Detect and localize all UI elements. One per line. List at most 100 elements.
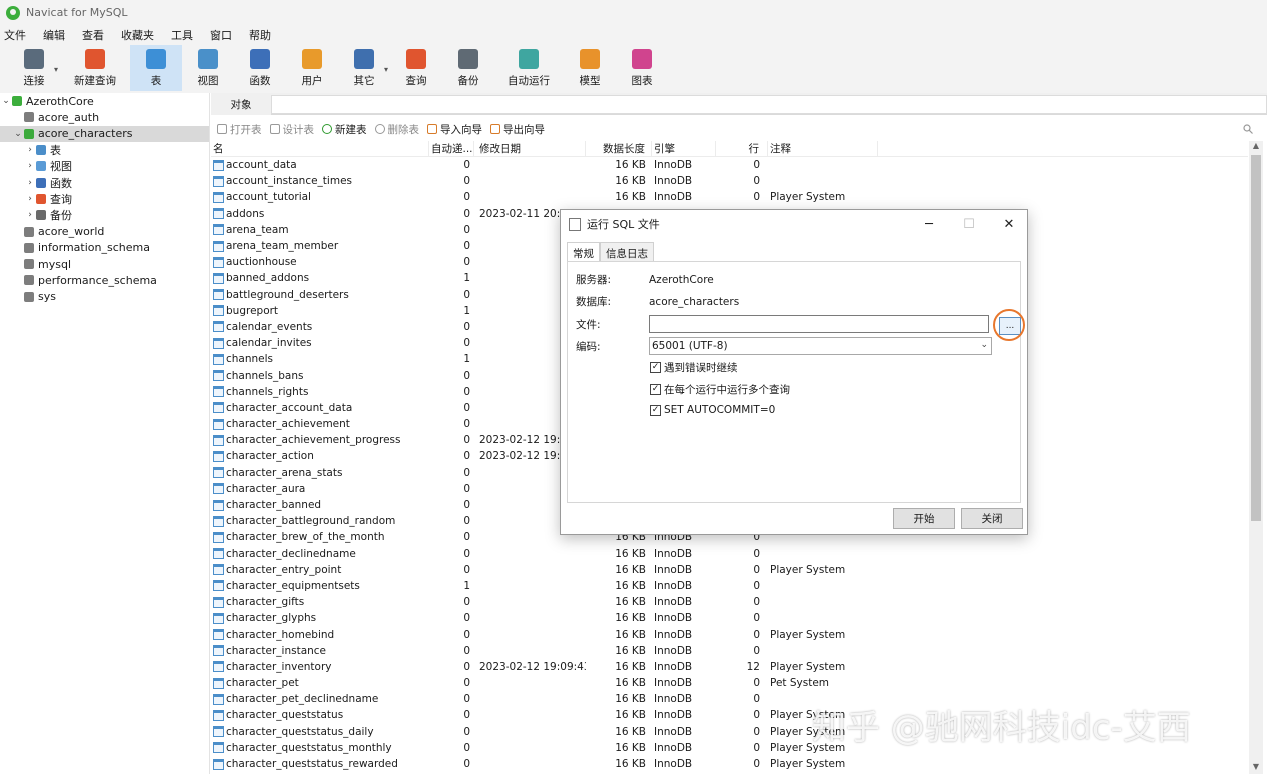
chevron-right-icon[interactable]: ›: [24, 194, 36, 204]
tree-item-sys[interactable]: sys: [0, 289, 209, 305]
table-row[interactable]: character_inventory 0 2023-02-12 19:09:43 1…: [211, 659, 1248, 675]
chevron-right-icon[interactable]: ›: [24, 161, 36, 171]
cell-auto-increment: 0: [463, 499, 470, 512]
tab-message-log[interactable]: 信息日志: [600, 242, 654, 262]
header-data-length[interactable]: 数据长度: [586, 141, 652, 156]
function-button[interactable]: 函数: [234, 45, 286, 91]
table-button[interactable]: 表: [130, 45, 182, 91]
tools-button[interactable]: 其它 ▾: [338, 45, 390, 91]
table-row[interactable]: character_glyphs 0 16 KB InnoDB 0: [211, 610, 1248, 626]
autocommit-checkbox[interactable]: ✓ SET AUTOCOMMIT=0: [650, 404, 775, 416]
new-query-button[interactable]: 新建查询: [60, 45, 130, 91]
table-row[interactable]: character_homebind 0 16 KB InnoDB 0 Player Sy…: [211, 626, 1248, 642]
robot-button[interactable]: 自动运行: [494, 45, 564, 91]
encoding-select[interactable]: 65001 (UTF-8) ⌄: [649, 337, 992, 355]
delete-table-button[interactable]: 删除表: [374, 122, 419, 137]
import-wizard-button[interactable]: 导入向导: [427, 122, 482, 137]
chevron-right-icon[interactable]: ›: [24, 145, 36, 155]
menu-item-view[interactable]: 查看: [82, 27, 115, 43]
tree-item-information_schema[interactable]: information_schema: [0, 240, 209, 256]
table-row[interactable]: character_pet 0 16 KB InnoDB 0 Pet System: [211, 675, 1248, 691]
cell-comment: Player System: [770, 191, 846, 204]
tree-item-[interactable]: › 查询: [0, 191, 209, 207]
user-button[interactable]: 用户: [286, 45, 338, 91]
menu-item-edit[interactable]: 编辑: [43, 27, 76, 43]
menu-item-favorites[interactable]: 收藏夹: [121, 27, 165, 43]
table-name: calendar_invites: [226, 337, 312, 350]
table-row[interactable]: account_data 0 16 KB InnoDB 0: [211, 157, 1248, 173]
table-icon: [213, 726, 224, 738]
tree-item-performance_schema[interactable]: performance_schema: [0, 272, 209, 288]
multiple-queries-checkbox[interactable]: ✓ 在每个运行中运行多个查询: [650, 382, 790, 397]
table-row[interactable]: character_entry_point 0 16 KB InnoDB 0 Player…: [211, 562, 1248, 578]
tab-general[interactable]: 常规: [567, 242, 600, 262]
cell-auto-increment: 0: [463, 223, 470, 236]
menu-item-help[interactable]: 帮助: [249, 27, 282, 43]
vertical-scrollbar[interactable]: ▲ ▼: [1249, 141, 1263, 774]
header-comment[interactable]: 注释: [768, 141, 878, 156]
scrollbar-thumb[interactable]: [1251, 155, 1261, 521]
scroll-up-icon[interactable]: ▲: [1249, 141, 1263, 153]
backup-button[interactable]: 备份: [442, 45, 494, 91]
table-row[interactable]: character_gifts 0 16 KB InnoDB 0: [211, 594, 1248, 610]
header-modified-date[interactable]: 修改日期: [474, 141, 586, 156]
toolbar-label: 新建查询: [74, 75, 116, 87]
tree-item-[interactable]: › 视图: [0, 158, 209, 174]
tab-objects[interactable]: 对象: [211, 93, 271, 115]
search-icon[interactable]: [1243, 124, 1253, 134]
tree-item-mysql[interactable]: mysql: [0, 256, 209, 272]
header-engine[interactable]: 引擎: [652, 141, 716, 156]
close-icon[interactable]: ✕: [989, 210, 1029, 238]
tree-item-label: 备份: [50, 209, 72, 223]
menu-item-file[interactable]: 文件: [4, 27, 37, 43]
menu-item-tools[interactable]: 工具: [171, 27, 204, 43]
chevron-down-icon[interactable]: ⌄: [12, 129, 24, 139]
export-wizard-button[interactable]: 导出向导: [490, 122, 545, 137]
table-row[interactable]: character_queststatus_rewarded 0 16 KB Inno…: [211, 756, 1248, 772]
menu-item-window[interactable]: 窗口: [210, 27, 243, 43]
tree-item-[interactable]: › 函数: [0, 174, 209, 190]
table-row[interactable]: account_instance_times 0 16 KB InnoDB 0: [211, 173, 1248, 189]
dropdown-caret-icon[interactable]: ▾: [384, 65, 388, 74]
query-button[interactable]: 查询: [390, 45, 442, 91]
tree-item-acore_characters[interactable]: ⌄ acore_characters: [0, 125, 209, 142]
cell-name: character_glyphs: [211, 612, 429, 624]
watermark-text: 知乎 @驰网科技idc-艾西: [812, 708, 1191, 748]
table-row[interactable]: character_instance 0 16 KB InnoDB 0: [211, 643, 1248, 659]
tree-item-azerothcore[interactable]: ⌄ AzerothCore: [0, 93, 209, 109]
table-row[interactable]: character_equipmentsets 1 16 KB InnoDB 0: [211, 578, 1248, 594]
chevron-right-icon[interactable]: ›: [24, 210, 36, 220]
start-button[interactable]: 开始: [893, 508, 955, 529]
header-rows[interactable]: 行: [716, 141, 768, 156]
minimize-button[interactable]: ─: [909, 210, 949, 238]
continue-on-error-checkbox[interactable]: ✓ 遇到错误时继续: [650, 360, 738, 375]
design-table-button[interactable]: 设计表: [269, 122, 314, 137]
connection-button[interactable]: 连接 ▾: [8, 45, 60, 91]
open-table-button[interactable]: 打开表: [217, 122, 262, 137]
chevron-right-icon[interactable]: ›: [24, 178, 36, 188]
header-name[interactable]: 名: [211, 141, 429, 156]
cell-modified-date: 2023-02-12 19:09:43: [479, 660, 586, 673]
export-icon: [490, 124, 500, 134]
chevron-down-icon[interactable]: ⌄: [0, 96, 12, 106]
close-button[interactable]: 关闭: [961, 508, 1023, 529]
model-button[interactable]: 模型: [564, 45, 616, 91]
toolbar-label: 用户: [301, 75, 323, 87]
new-table-button[interactable]: 新建表: [322, 122, 367, 137]
tree-item-[interactable]: › 表: [0, 142, 209, 158]
tree-item-acore_world[interactable]: acore_world: [0, 223, 209, 239]
chart-button[interactable]: 图表: [616, 45, 668, 91]
tree-item-label: mysql: [38, 257, 71, 271]
view-button[interactable]: 视图: [182, 45, 234, 91]
main-toolbar: 连接 ▾ 新建查询 表 视图 函数 用户 其它 ▾ 查询 备份 自动运行 模型 图表: [0, 45, 1267, 93]
tree-item-[interactable]: › 备份: [0, 207, 209, 223]
dropdown-caret-icon[interactable]: ▾: [54, 65, 58, 74]
table-row[interactable]: account_tutorial 0 16 KB InnoDB 0 Player Syst…: [211, 189, 1248, 205]
header-auto-increment[interactable]: 自动递...: [429, 141, 474, 156]
file-path-input[interactable]: [649, 315, 989, 333]
cell-engine: InnoDB: [654, 758, 693, 771]
dialog-title: 运行 SQL 文件: [587, 218, 660, 231]
table-row[interactable]: character_declinedname 0 16 KB InnoDB 0: [211, 546, 1248, 562]
tree-item-acore_auth[interactable]: acore_auth: [0, 109, 209, 125]
scroll-down-icon[interactable]: ▼: [1249, 762, 1263, 774]
